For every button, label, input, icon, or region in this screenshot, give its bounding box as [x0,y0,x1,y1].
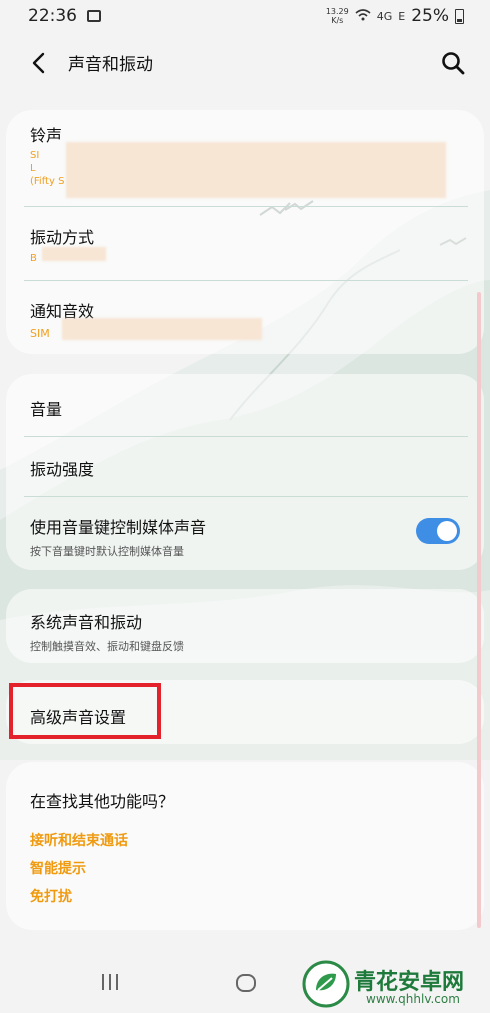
scrollbar[interactable] [477,292,481,928]
media-volume-key-toggle[interactable] [416,518,460,544]
app-bar: 声音和振动 [0,40,490,86]
watermark-leaf-icon [302,960,350,1008]
battery-percent: 25% [411,6,449,26]
status-time: 22:36 [28,6,77,26]
image-notification-icon [87,10,101,22]
signal-4g-icon: 4G [376,9,393,23]
system-sound-item[interactable]: 系统声音和振动 控制触摸音效、振动和键盘反馈 [30,609,468,654]
suggestions-title: 在查找其他功能吗？ [30,792,175,811]
highlight-box [9,683,161,739]
home-icon[interactable] [235,972,257,994]
chevron-left-icon[interactable] [26,50,52,76]
volume-item[interactable]: 音量 [30,396,468,420]
divider [24,206,468,207]
battery-icon [455,8,464,24]
signal-e-icon: E [398,9,406,23]
divider [24,280,468,281]
page-title: 声音和振动 [68,55,153,75]
link-answer-end-calls[interactable]: 接听和结束通话 [30,830,128,850]
navigation-bar: 青花安卓网 www.qhhlv.com [0,955,490,1013]
redacted-notification [62,318,262,340]
system-sound-group: 系统声音和振动 控制触摸音效、振动和键盘反馈 [6,589,484,663]
system-sound-description: 控制触摸音效、振动和键盘反馈 [30,640,184,653]
wifi-icon [355,8,371,24]
redacted-vibration [42,247,106,261]
divider [24,436,468,437]
divider [24,496,468,497]
media-volume-key-item[interactable]: 使用音量键控制媒体声音 按下音量键时默认控制媒体音量 [30,514,404,559]
link-smart-alerts[interactable]: 智能提示 [30,858,86,878]
vibration-intensity-label: 振动强度 [30,460,95,479]
volume-group: 音量 振动强度 使用音量键控制媒体声音 按下音量键时默认控制媒体音量 [6,374,484,570]
watermark-logo: 青花安卓网 www.qhhlv.com [300,960,488,1010]
recents-icon[interactable] [100,972,120,992]
system-sound-label: 系统声音和振动 [30,613,143,632]
watermark-url: www.qhhlv.com [366,992,460,1006]
vibration-intensity-item[interactable]: 振动强度 [30,456,468,480]
volume-label: 音量 [30,400,63,419]
media-volume-key-label: 使用音量键控制媒体声音 [30,518,207,537]
sound-settings-group: 铃声 SI L (Fifty S 振动方式 B 通知音效 SIM [6,110,484,354]
status-bar: 22:36 13.29 K/s 4G E 25% [0,0,490,32]
media-volume-key-description: 按下音量键时默认控制媒体音量 [30,545,184,558]
search-icon[interactable] [440,50,466,76]
link-do-not-disturb[interactable]: 免打扰 [30,886,72,906]
vibration-pattern-label: 振动方式 [30,228,95,247]
redacted-ringtone [66,142,446,198]
network-speed: 13.29 K/s [325,7,349,25]
toggle-knob [437,521,457,541]
